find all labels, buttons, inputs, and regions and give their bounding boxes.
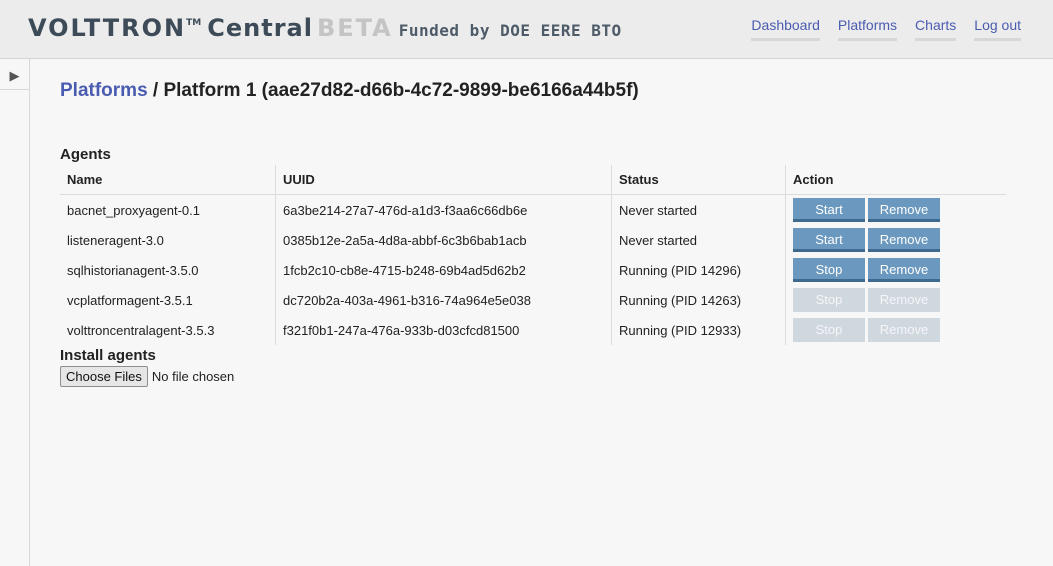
play-triangle-icon: ▶ (9, 68, 20, 83)
app-header: VOLTTRONTM Central BETA Funded by DOE EERE … (0, 0, 1053, 59)
agent-remove-button[interactable]: Remove (868, 288, 940, 312)
agent-status: Running (PID 12933) (611, 315, 786, 345)
table-row: vcplatformagent-3.5.1 dc720b2a-403a-4961-… (60, 285, 1006, 315)
agent-name: listeneragent-3.0 (67, 232, 164, 248)
agent-uuid: 0385b12e-2a5a-4d8a-abbf-6c3b6bab1acb (275, 225, 612, 255)
agent-stop-button[interactable]: Stop (793, 288, 865, 312)
column-header-name: Name (60, 165, 276, 195)
agents-table-body: bacnet_proxyagent-0.1 6a3be214-27a7-476d-… (60, 194, 1006, 345)
agent-stop-button[interactable]: Stop (793, 318, 865, 342)
agent-name: sqlhistorianagent-3.5.0 (67, 262, 199, 278)
agent-start-button[interactable]: Start (793, 198, 865, 222)
column-header-status: Status (611, 165, 786, 195)
table-row: listeneragent-3.0 0385b12e-2a5a-4d8a-abbf… (60, 225, 1006, 255)
agents-section-title: Agents (60, 146, 111, 163)
logo-central: Central (207, 14, 313, 42)
agent-status: Never started (611, 225, 786, 255)
nav-log-out[interactable]: Log out (974, 17, 1021, 41)
agent-remove-button[interactable]: Remove (868, 228, 940, 252)
agent-uuid: 1fcb2c10-cb8e-4715-b248-69b4ad5d62b2 (275, 255, 612, 285)
agent-status: Never started (611, 194, 786, 225)
table-row: bacnet_proxyagent-0.1 6a3be214-27a7-476d-… (60, 194, 1006, 225)
install-agents-title: Install agents (60, 347, 156, 364)
agent-stop-button[interactable]: Stop (793, 258, 865, 282)
main-nav: Dashboard Platforms Charts Log out (751, 17, 1021, 41)
table-row: sqlhistorianagent-3.5.0 1fcb2c10-cb8e-471… (60, 255, 1006, 285)
agent-actions: Stop Remove (785, 315, 1006, 345)
agent-remove-button[interactable]: Remove (868, 198, 940, 222)
agent-name: vcplatformagent-3.5.1 (67, 292, 193, 308)
agent-uuid: 6a3be214-27a7-476d-a1d3-f3aa6c66db6e (275, 194, 612, 225)
agent-actions: Stop Remove (785, 285, 1006, 315)
column-header-action: Action (785, 165, 1006, 195)
agent-uuid: dc720b2a-403a-4961-b316-74a964e5e038 (275, 285, 612, 315)
column-header-uuid: UUID (275, 165, 612, 195)
agent-status: Running (PID 14263) (611, 285, 786, 315)
agent-name: bacnet_proxyagent-0.1 (67, 202, 200, 218)
file-upload: Choose Files No file chosen (60, 366, 1010, 387)
logo-trademark: TM (186, 18, 202, 28)
side-panel: ▶ (0, 59, 30, 566)
side-panel-toggle[interactable]: ▶ (0, 59, 29, 90)
breadcrumb: Platforms / Platform 1 (aae27d82-d66b-4c… (60, 80, 1010, 102)
main-content: Platforms / Platform 1 (aae27d82-d66b-4c… (60, 80, 1010, 387)
breadcrumb-platforms-link[interactable]: Platforms (60, 80, 148, 101)
breadcrumb-current: Platform 1 (aae27d82-d66b-4c72-9899-be61… (163, 80, 639, 101)
logo-beta: BETA (316, 14, 393, 42)
agent-actions: Stop Remove (785, 255, 1006, 285)
table-row: volttroncentralagent-3.5.3 f321f0b1-247a-… (60, 315, 1006, 345)
agent-start-button[interactable]: Start (793, 228, 865, 252)
choose-files-button[interactable]: Choose Files (60, 366, 148, 387)
agent-uuid: f321f0b1-247a-476a-933b-d03cfcd81500 (275, 315, 612, 345)
agent-actions: Start Remove (785, 225, 1006, 255)
agent-name: volttroncentralagent-3.5.3 (67, 322, 215, 338)
agent-remove-button[interactable]: Remove (868, 258, 940, 282)
agent-actions: Start Remove (785, 194, 1006, 225)
app-logo[interactable]: VOLTTRONTM Central BETA Funded by DOE EERE … (28, 14, 622, 42)
file-chosen-label: No file chosen (151, 369, 235, 384)
logo-brand: VOLTTRON (28, 14, 187, 42)
nav-platforms[interactable]: Platforms (837, 17, 898, 41)
agent-status: Running (PID 14296) (611, 255, 786, 285)
nav-charts[interactable]: Charts (915, 17, 957, 41)
agents-table-header: Name UUID Status Action (60, 165, 1006, 195)
logo-funded-by: Funded by DOE EERE BTO (398, 21, 622, 40)
agent-remove-button[interactable]: Remove (868, 318, 940, 342)
breadcrumb-separator: / (147, 80, 164, 101)
nav-dashboard[interactable]: Dashboard (751, 17, 820, 41)
agents-table: Name UUID Status Action bacnet_proxyagen… (60, 165, 1006, 345)
